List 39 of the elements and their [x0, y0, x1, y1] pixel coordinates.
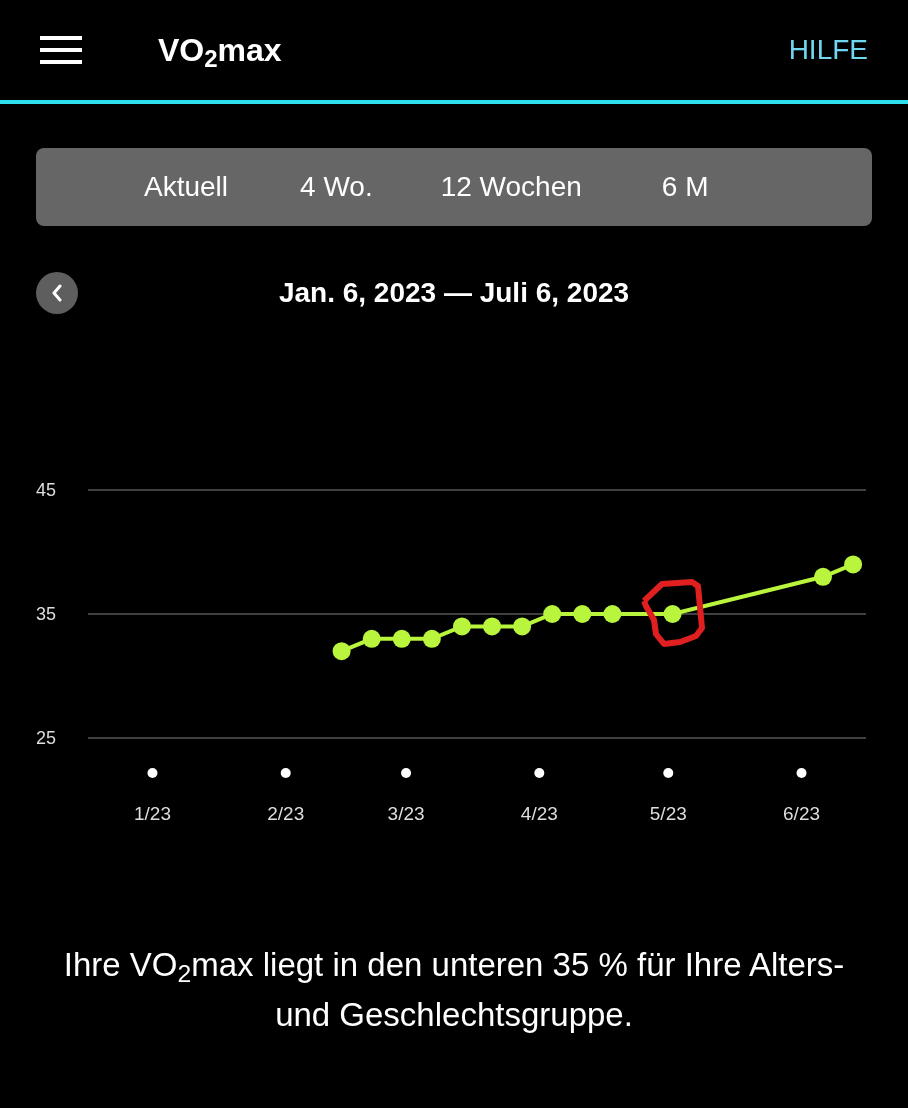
- tick-dot: [663, 768, 674, 778]
- data-point: [573, 605, 592, 623]
- data-point: [814, 567, 832, 586]
- tick-dot: [280, 768, 291, 778]
- summary-text: Ihre VO$_{2}$max liegt in den unteren 35 % für Ihre Alters- und Geschlechtsgruppe.: [62, 945, 846, 1035]
- data-point: [452, 617, 471, 636]
- chevron-left-icon: [51, 284, 63, 302]
- tick-dot: [534, 768, 545, 778]
- data-point: [513, 617, 532, 636]
- help-link[interactable]: HILFE: [788, 29, 868, 71]
- data-point: [332, 642, 351, 661]
- period-tab[interactable]: Aktuell: [144, 166, 229, 208]
- x-axis-label: 4/23: [520, 803, 558, 824]
- tick-dot: [401, 768, 412, 778]
- period-tab[interactable]: 12 Wochen: [440, 166, 582, 208]
- data-point: [392, 629, 411, 648]
- data-point: [603, 605, 622, 623]
- tick-dot: [147, 768, 158, 778]
- x-axis-label: 3/23: [387, 803, 425, 824]
- y-axis-label: 25: [36, 728, 57, 748]
- y-axis-label: 45: [36, 480, 57, 500]
- period-tab[interactable]: 6 M: [661, 166, 709, 208]
- data-point: [663, 605, 682, 623]
- x-axis-label: 1/23: [134, 803, 171, 824]
- x-axis-label: 5/23: [649, 803, 687, 824]
- period-tab[interactable]: 4 Wo.: [300, 166, 373, 208]
- y-axis-label: 35: [36, 604, 57, 624]
- x-axis-label: 2/23: [267, 803, 305, 824]
- screen-title: VO$_{2}$max: [158, 31, 282, 74]
- date-range: Jan. 6, 2023 — Juli 6, 2023: [277, 276, 631, 310]
- data-point: [362, 629, 381, 648]
- data-point: [422, 629, 441, 648]
- x-axis-label: 6/23: [783, 803, 820, 824]
- back-button[interactable]: [36, 272, 78, 314]
- data-point: [483, 617, 502, 636]
- menu-icon[interactable]: [40, 36, 82, 64]
- tick-dot: [796, 768, 807, 778]
- data-point: [844, 555, 863, 574]
- data-point: [543, 605, 562, 623]
